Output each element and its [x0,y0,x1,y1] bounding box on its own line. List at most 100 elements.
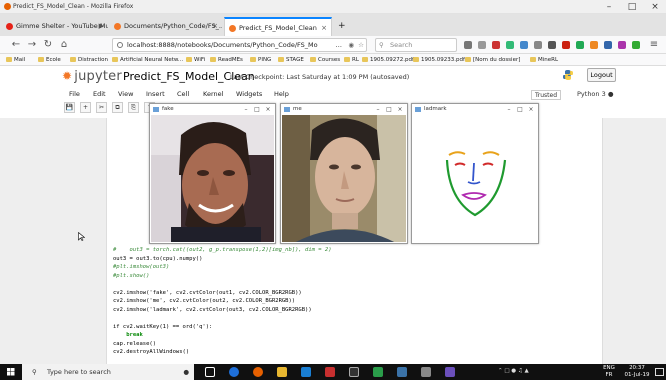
tray-icons[interactable]: ⌃ □ ● ♫ ▲ [498,368,558,374]
extension-icon[interactable] [604,41,612,49]
close-tab-icon[interactable]: × [321,19,327,36]
python-taskbar-icon[interactable] [397,367,407,377]
tab-documents[interactable]: Documents/Python_Code/FS_... × [110,17,222,36]
extension-icon[interactable] [562,41,570,49]
close-icon[interactable]: × [526,104,536,115]
extension-icon[interactable] [618,41,626,49]
bookmark-item[interactable]: Ecole [38,54,61,66]
extension-icon[interactable] [520,41,528,49]
copy-icon[interactable]: ⧉ [112,102,123,113]
sidebar-icon[interactable] [478,41,486,49]
input-language[interactable]: ENG FR [602,365,616,379]
bookmark-item[interactable]: [Nom du dossier] [465,54,520,66]
pocket-icon[interactable]: ◉ [348,39,354,51]
maximize-window-button[interactable]: □ [621,0,643,14]
paste-icon[interactable]: ⎘ [128,102,139,113]
extension-icon[interactable] [506,41,514,49]
cv-window-me[interactable]: me – □ × [280,103,408,244]
close-tab-icon[interactable]: ▶ [99,17,104,36]
maximize-icon[interactable]: □ [384,104,394,115]
minimize-icon[interactable]: – [373,104,383,115]
minimize-window-button[interactable]: – [598,0,620,14]
home-button[interactable]: ⌂ [58,38,70,52]
bookmark-item[interactable]: Distraction [70,54,108,66]
bookmark-star-icon[interactable]: ☆ [358,39,364,51]
bookmark-item[interactable]: 1905.09233.pdf [413,54,465,66]
menu-file[interactable]: File [69,88,80,101]
bookmark-item[interactable]: PING [250,54,271,66]
forward-button[interactable]: → [26,38,38,52]
microphone-icon[interactable]: ● [183,364,189,380]
cv-window-titlebar[interactable]: ladmark – □ × [412,104,538,115]
menu-view[interactable]: View [118,88,133,101]
library-icon[interactable] [464,41,472,49]
firefox-taskbar-icon[interactable] [253,367,263,377]
code-editor[interactable]: # out3 = torch.cat((out2, g_p.transpose(… [113,246,332,357]
terminal-icon[interactable] [349,367,359,377]
add-cell-icon[interactable]: + [80,102,91,113]
minimize-icon[interactable]: – [504,104,514,115]
code-line: out3 = out3.to(cpu).numpy() [113,255,203,262]
windows-start-button[interactable] [0,364,22,380]
extension-icon[interactable] [590,41,598,49]
jupyter-logo[interactable]: ✹ jupyter [62,69,122,84]
new-tab-button[interactable]: + [334,17,350,36]
notifications-icon[interactable] [655,368,664,376]
menu-widgets[interactable]: Widgets [236,88,262,101]
bookmark-item[interactable]: STAGE [278,54,304,66]
url-bar[interactable]: localhost:8888/notebooks/Documents/Pytho… [112,38,367,52]
cv-window-titlebar[interactable]: fake – □ × [150,104,275,115]
maximize-icon[interactable]: □ [252,104,262,115]
bookmark-item[interactable]: Mail [6,54,25,66]
app-icon[interactable] [325,367,335,377]
vscode-icon[interactable] [301,367,311,377]
close-icon[interactable]: × [263,104,273,115]
file-explorer-icon[interactable] [277,367,287,377]
back-button[interactable]: ← [10,38,22,52]
info-icon[interactable] [117,42,123,48]
bookmark-item[interactable]: MineRL [530,54,558,66]
close-tab-icon[interactable]: × [212,17,218,36]
tab-youtube-music[interactable]: Gimme Shelter - YouTube Music ▶ [2,17,108,36]
task-view-icon[interactable] [205,367,215,377]
bookmark-item[interactable]: WiFi [186,54,205,66]
logout-button[interactable]: Logout [587,68,616,82]
bookmark-item[interactable]: Courses [310,54,340,66]
menu-insert[interactable]: Insert [146,88,165,101]
cut-icon[interactable]: ✂ [96,102,107,113]
cv-window-ladmark[interactable]: ladmark – □ × [411,103,539,244]
tab-predict-fs-model[interactable]: Predict_FS_Model_Clean × [224,17,332,36]
app-icon[interactable] [421,367,431,377]
search-bar[interactable]: ⚲ Search [375,38,457,52]
menu-kernel[interactable]: Kernel [203,88,223,101]
menu-cell[interactable]: Cell [177,88,189,101]
reload-button[interactable]: ↻ [42,38,54,52]
close-window-button[interactable]: × [644,0,666,14]
maximize-icon[interactable]: □ [515,104,525,115]
extension-icon[interactable] [576,41,584,49]
close-icon[interactable]: × [395,104,405,115]
extension-icon[interactable] [492,41,500,49]
page-actions-icon[interactable]: … [336,39,343,51]
taskbar-search-box[interactable]: ⚲ Type here to search ● [22,364,194,380]
tab-label: Documents/Python_Code/FS_... [124,22,222,30]
app-icon[interactable] [445,367,455,377]
menu-edit[interactable]: Edit [93,88,106,101]
edge-icon[interactable] [229,367,239,377]
extension-icon[interactable] [534,41,542,49]
bookmark-item[interactable]: RL [344,54,359,66]
cv-window-fake[interactable]: fake – □ × [149,103,276,244]
extension-icon[interactable] [632,41,640,49]
menu-help[interactable]: Help [274,88,289,101]
bookmark-item[interactable]: 1905.09272.pdf [362,54,414,66]
save-icon[interactable]: 💾 [64,102,75,113]
bookmark-item[interactable]: Artificial Neural Netw... [112,54,183,66]
trusted-indicator[interactable]: Trusted [531,90,562,100]
clock[interactable]: 20:37 01-Jul-19 [622,365,652,379]
minimize-icon[interactable]: – [241,104,251,115]
cv-window-titlebar[interactable]: me – □ × [281,104,407,115]
bookmark-item[interactable]: ReadMEs [210,54,243,66]
extension-icon[interactable] [548,41,556,49]
app-icon[interactable] [373,367,383,377]
hamburger-menu-icon[interactable]: ≡ [648,38,660,52]
